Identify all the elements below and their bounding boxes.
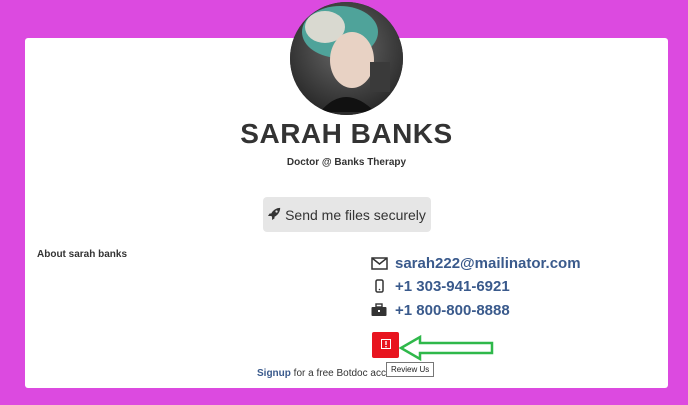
avatar — [290, 2, 403, 115]
signup-link[interactable]: Signup — [257, 368, 291, 379]
review-us-button[interactable] — [372, 332, 399, 358]
profile-subtitle: Doctor @ Banks Therapy — [286, 157, 407, 168]
profile-name: SARAH BANKS — [240, 118, 453, 149]
envelope-icon — [370, 254, 388, 272]
exclamation-icon — [380, 336, 391, 354]
send-files-button[interactable]: Send me files securely — [263, 197, 431, 232]
signup-text: for a free Botdoc acc — [293, 368, 386, 379]
briefcase-icon — [370, 301, 388, 319]
contact-mobile[interactable]: +1 303-941-6921 — [370, 277, 510, 295]
contact-office[interactable]: +1 800-800-8888 — [370, 301, 510, 319]
email-link[interactable]: sarah222@mailinator.com — [395, 255, 581, 272]
contact-email[interactable]: sarah222@mailinator.com — [370, 254, 581, 272]
rocket-icon — [268, 207, 281, 223]
about-label: About sarah banks — [37, 249, 128, 260]
mobile-phone-link[interactable]: +1 303-941-6921 — [395, 278, 510, 295]
office-phone-link[interactable]: +1 800-800-8888 — [395, 302, 510, 319]
signup-line: Signup for a free Botdoc acc — [257, 368, 386, 379]
send-files-label: Send me files securely — [285, 206, 426, 223]
review-tooltip: Review Us — [386, 362, 435, 377]
mobile-phone-icon — [370, 277, 388, 295]
